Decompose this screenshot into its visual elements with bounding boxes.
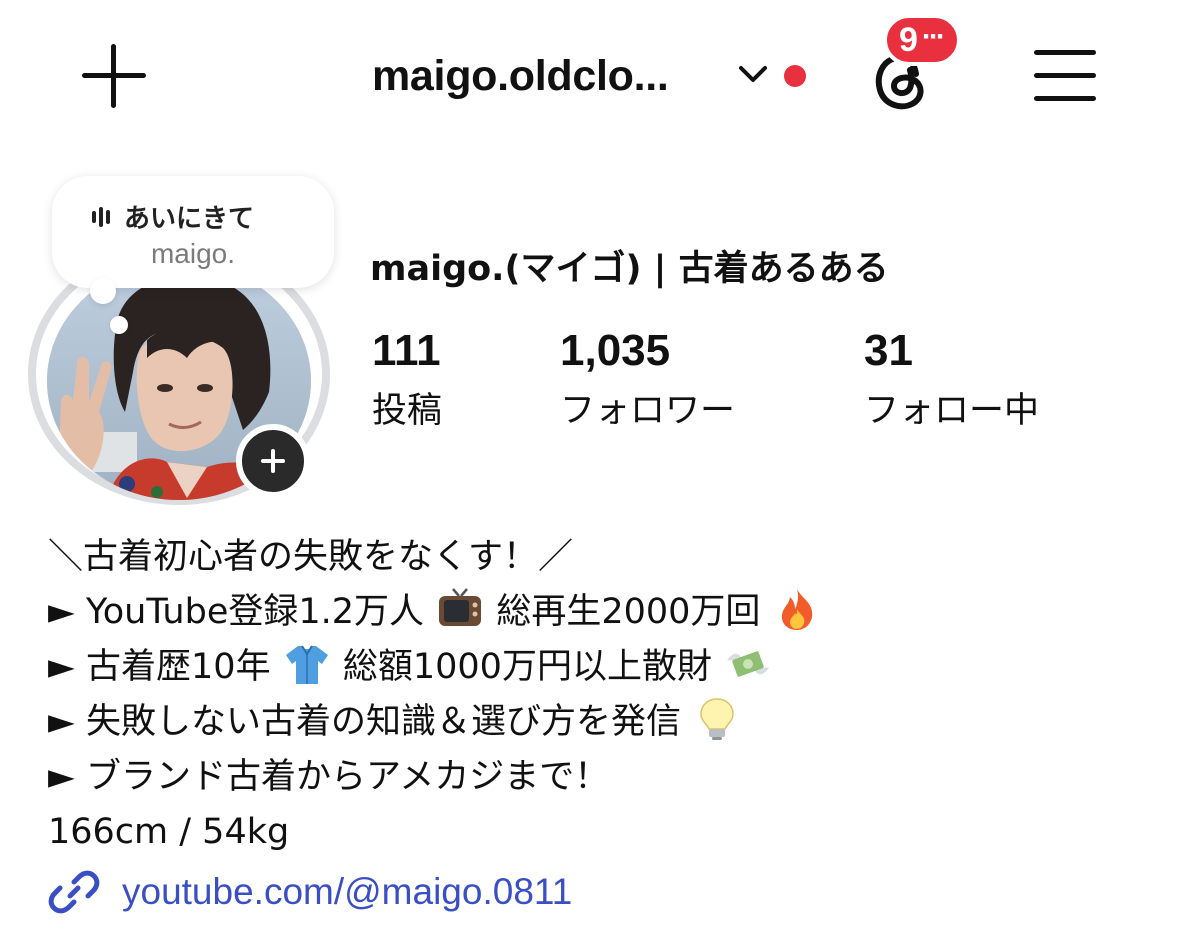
notification-count: 9 [899, 20, 918, 59]
chevron-down-icon[interactable] [736, 62, 770, 86]
bio-line: ► ブランド古着からアメカジまで！ [48, 757, 610, 797]
stat-label: 投稿 [372, 391, 443, 431]
stat-label: フォロワー [560, 391, 736, 431]
note-text: あいにきて [124, 204, 255, 234]
note-tail [90, 278, 116, 304]
bio-text: ► 失敗しない古着の知識＆選び方を発信 [48, 702, 682, 742]
bio: ＼古着初心者の失敗をなくす！／ ► YouTube登録1.2万人 総再生2000… [48, 530, 1148, 860]
stat-followers[interactable]: 1,035 フォロワー [560, 326, 735, 433]
profile-link-text[interactable]: youtube.com/@maigo.0811 [122, 871, 572, 913]
bio-text: ► YouTube登録1.2万人 [48, 592, 425, 632]
menu-icon[interactable] [1034, 50, 1096, 102]
display-name: maigo.(マイゴ) | 古着あるある [370, 249, 889, 289]
bio-line: 166cm / 54kg [48, 812, 290, 852]
bio-line: ► 古着歴10年 総額1000万円以上散財 [48, 640, 1148, 695]
fire-emoji-icon [781, 589, 812, 630]
note-text-row: あいにきて [92, 198, 254, 235]
unread-dot [784, 65, 806, 87]
bio-line: ► 失敗しない古着の知識＆選び方を発信 [48, 695, 1148, 750]
stat-value: 31 [864, 326, 913, 375]
stat-following[interactable]: 31 フォロー中 [864, 326, 1039, 433]
stat-value: 1,035 [560, 326, 671, 375]
note-bubble[interactable]: あいにきて maigo. [52, 176, 334, 288]
notification-badge[interactable]: 9 ··· [883, 14, 961, 66]
money-wings-emoji-icon [727, 651, 770, 677]
notification-more: ··· [921, 20, 946, 53]
lightbulb-emoji-icon [700, 698, 734, 740]
bio-line: ＼古着初心者の失敗をなくす！／ [48, 537, 574, 577]
bio-text: 総額1000万円以上散財 [342, 647, 712, 687]
stat-value: 111 [372, 326, 441, 375]
stat-posts[interactable]: 111 投稿 [372, 326, 442, 433]
note-author: maigo. [150, 238, 236, 269]
profile-link[interactable]: youtube.com/@maigo.0811 [48, 866, 572, 918]
shirt-emoji-icon [285, 645, 328, 684]
bio-text: ► 古着歴10年 [48, 647, 271, 687]
bio-text: 総再生2000万回 [496, 592, 761, 632]
stat-label: フォロー中 [864, 391, 1040, 431]
note-tail-small [110, 316, 128, 334]
audio-bars-icon [92, 206, 110, 228]
tv-emoji-icon [439, 588, 482, 626]
bio-line: ► YouTube登録1.2万人 総再生2000万回 [48, 585, 1148, 640]
create-plus-icon[interactable] [82, 44, 146, 108]
link-icon [48, 870, 100, 914]
account-username[interactable]: maigo.oldclo... [372, 52, 669, 101]
add-story-plus-icon[interactable] [236, 424, 310, 498]
